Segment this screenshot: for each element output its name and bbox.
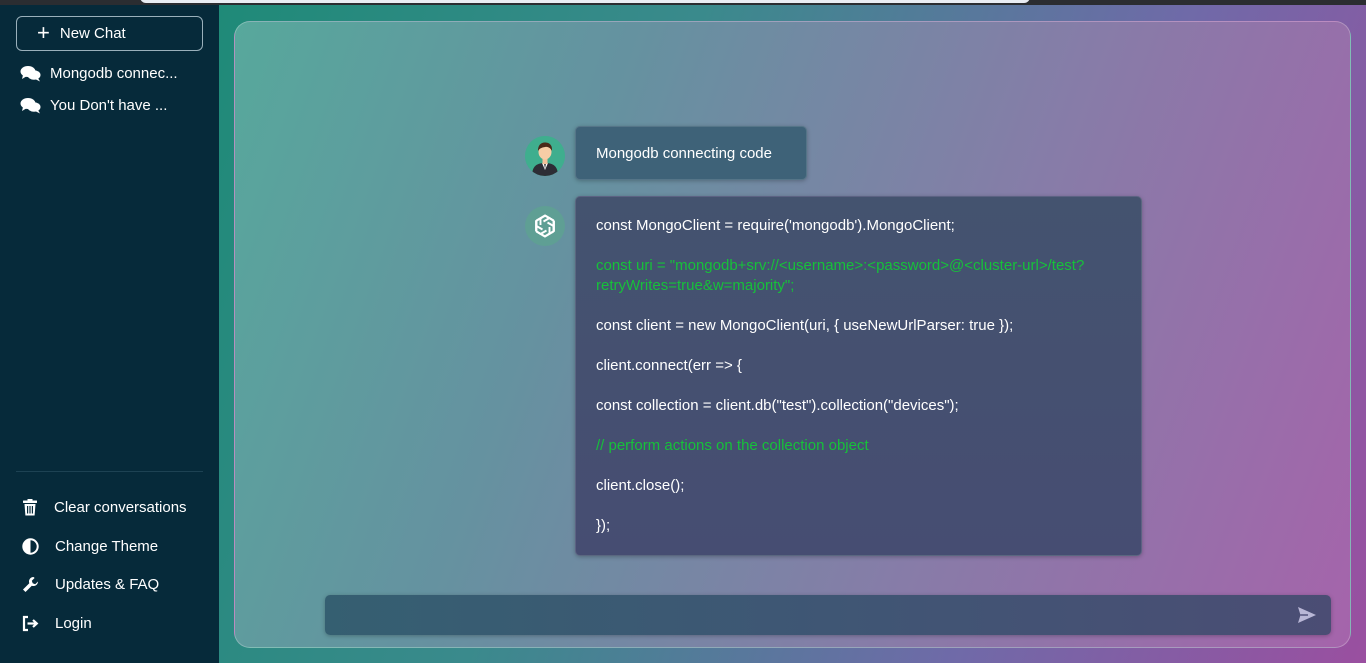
clear-conversations-button[interactable]: Clear conversations (22, 499, 187, 516)
browser-address-edge (140, 0, 1030, 3)
sidebar: + New Chat Mongodb connec... You Don't h… (0, 5, 219, 663)
conversation-item[interactable]: You Don't have ... (20, 97, 195, 114)
conversation-item[interactable]: Mongodb connec... (20, 65, 195, 82)
plus-icon: + (37, 19, 50, 45)
change-theme-button[interactable]: Change Theme (22, 538, 158, 555)
chat-panel: Mongodb connecting code const MongoClien… (234, 21, 1351, 648)
conversation-title: You Don't have ... (50, 97, 168, 114)
wrench-icon (23, 576, 39, 592)
user-message-text: Mongodb connecting code (596, 144, 772, 162)
trash-icon (23, 499, 37, 516)
code-line: client.close(); (596, 477, 685, 494)
code-line: client.connect(err => { (596, 357, 742, 374)
assistant-avatar (525, 206, 565, 246)
conversation-title: Mongodb connec... (50, 65, 178, 82)
assistant-code-block: const MongoClient = require('mongodb').M… (596, 216, 1121, 536)
chat-bubbles-icon (20, 66, 41, 82)
main-area: Mongodb connecting code const MongoClien… (219, 5, 1366, 663)
user-avatar (525, 136, 565, 176)
code-line: }); (596, 517, 611, 534)
menu-item-label: Updates & FAQ (55, 576, 160, 593)
browser-top-strip (0, 0, 1366, 5)
new-chat-button[interactable]: + New Chat (16, 16, 203, 51)
menu-item-label: Change Theme (55, 538, 159, 555)
updates-faq-button[interactable]: Updates & FAQ (22, 576, 159, 593)
code-line: const client = new MongoClient(uri, { us… (596, 317, 1014, 334)
message-input-bar (325, 595, 1331, 635)
message-input[interactable] (325, 595, 1275, 635)
code-line: const MongoClient = require('mongodb').M… (596, 217, 955, 234)
user-message-bubble: Mongodb connecting code (575, 126, 807, 180)
assistant-message-bubble: const MongoClient = require('mongodb').M… (575, 196, 1142, 556)
login-button[interactable]: Login (22, 615, 92, 632)
chat-bubbles-icon (20, 98, 41, 114)
openai-logo-icon (535, 214, 555, 238)
half-circle-icon (22, 538, 39, 555)
logout-icon (22, 615, 39, 632)
code-line: const uri = "mongodb+srv://<username>:<p… (596, 257, 1085, 294)
user-avatar-icon (525, 136, 565, 176)
menu-item-label: Login (55, 615, 92, 632)
new-chat-label: New Chat (59, 25, 126, 42)
menu-item-label: Clear conversations (54, 499, 187, 516)
send-icon[interactable] (1297, 606, 1317, 624)
sidebar-divider (16, 471, 203, 472)
code-line: const collection = client.db("test").col… (596, 397, 959, 414)
code-line: // perform actions on the collection obj… (596, 437, 869, 454)
